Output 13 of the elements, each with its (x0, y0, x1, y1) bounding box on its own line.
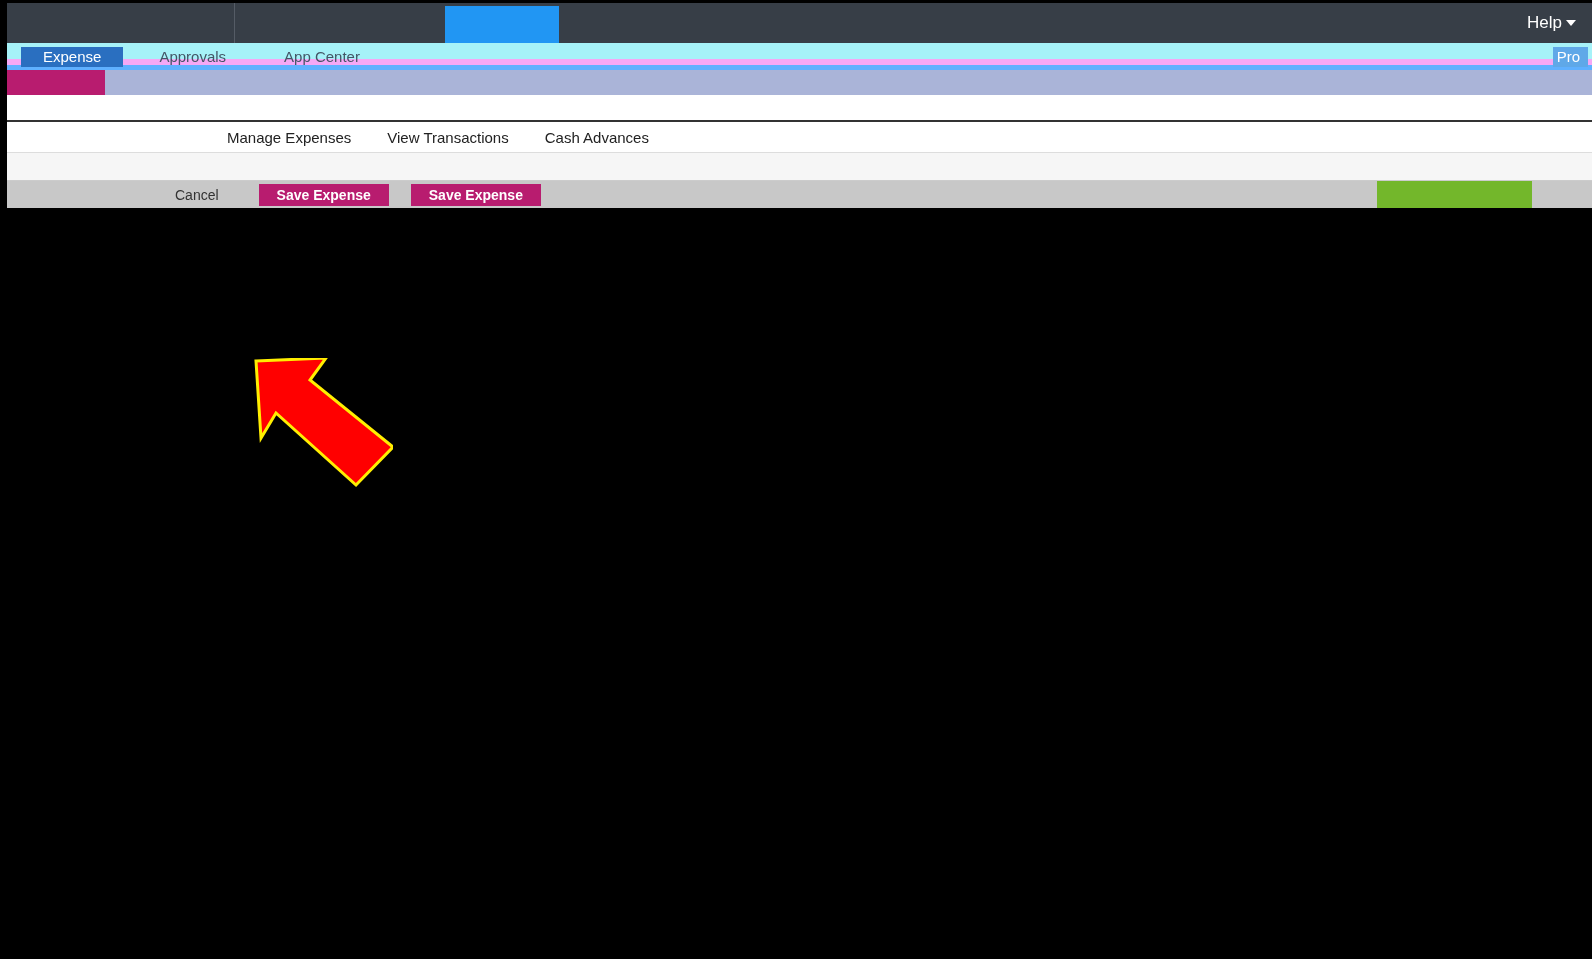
help-menu[interactable]: Help (1511, 3, 1592, 43)
cancel-button[interactable]: Cancel (157, 183, 237, 206)
sub-nav-link[interactable]: Manage Expenses (227, 128, 352, 146)
save-button[interactable]: Save Expense (258, 183, 389, 206)
caret-icon (1566, 20, 1576, 26)
arrow-icon (253, 358, 393, 488)
module-tab[interactable]: App Center (262, 46, 382, 67)
module-tab[interactable]: Expense (21, 46, 124, 67)
action-button[interactable] (1377, 181, 1532, 208)
sub-nav-link[interactable]: View Transactions (387, 128, 509, 146)
save-button[interactable]: Save Expense (410, 183, 541, 206)
module-tab[interactable]: Approvals (137, 46, 249, 67)
sub-nav-link[interactable]: Cash Advances (544, 128, 649, 146)
